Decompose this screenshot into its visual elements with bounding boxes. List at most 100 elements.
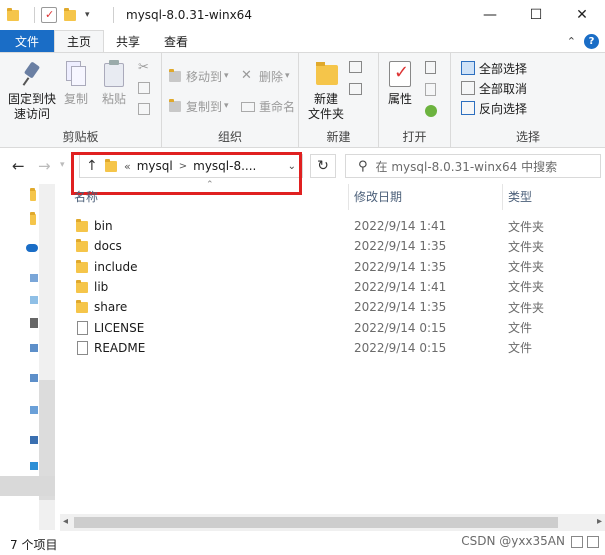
address-bar[interactable]: ↑ « mysql > mysql-8.... ⌄ xyxy=(79,154,303,178)
documents-icon[interactable] xyxy=(30,318,38,328)
file-name: LICENSE xyxy=(94,320,145,335)
paste-shortcut-icon[interactable] xyxy=(138,103,150,115)
invert-selection-button[interactable]: 反向选择 xyxy=(461,99,527,117)
copy-path-icon[interactable] xyxy=(138,82,150,94)
ribbon: 固定到快 速访问 复制 粘贴 ✂ 剪贴板 移动到 ▾ ✕ 删除 ▾ 复制到 ▾ … xyxy=(0,52,605,148)
file-row[interactable]: bin 2022/9/14 1:41 文件夹 xyxy=(72,216,592,236)
overflow-icon[interactable]: « xyxy=(124,160,131,173)
column-divider[interactable] xyxy=(502,184,503,210)
open-icon[interactable] xyxy=(425,61,436,74)
file-row[interactable]: LICENSE 2022/9/14 0:15 文件 xyxy=(72,318,592,338)
folder-icon xyxy=(75,239,89,253)
easy-access-icon[interactable] xyxy=(349,83,362,95)
copy-to-button[interactable]: 复制到 ▾ xyxy=(168,97,229,115)
file-modified-date: 2022/9/14 1:35 xyxy=(354,259,447,274)
minimize-button[interactable]: — xyxy=(467,0,513,30)
new-item-icon[interactable] xyxy=(349,61,362,73)
scroll-left-icon[interactable]: ◂ xyxy=(63,516,68,527)
column-divider[interactable] xyxy=(348,184,349,210)
help-icon[interactable]: ? xyxy=(584,34,599,49)
pin-to-quick-access-button[interactable]: 固定到快 速访问 xyxy=(6,59,58,122)
forward-arrow-icon[interactable]: → xyxy=(38,157,51,175)
move-to-icon xyxy=(168,69,182,83)
maximize-button[interactable]: ☐ xyxy=(513,0,559,30)
pin-label-line2: 速访问 xyxy=(13,107,50,121)
paste-icon xyxy=(100,59,128,89)
large-icons-view-icon[interactable] xyxy=(587,536,599,548)
desktop-icon[interactable] xyxy=(30,296,38,304)
rename-button[interactable]: 重命名 xyxy=(241,97,295,115)
select-all-button[interactable]: 全部选择 xyxy=(461,59,527,77)
horizontal-scrollbar-thumb[interactable] xyxy=(74,517,558,528)
breadcrumb-mysql[interactable]: mysql xyxy=(137,159,173,173)
move-to-label: 移动到 xyxy=(186,69,223,84)
file-modified-date: 2022/9/14 0:15 xyxy=(354,340,447,355)
cut-icon[interactable]: ✂ xyxy=(138,60,149,75)
file-modified-date: 2022/9/14 1:41 xyxy=(354,279,447,294)
file-type: 文件夹 xyxy=(508,300,545,315)
organize-group: 移动到 ▾ ✕ 删除 ▾ 复制到 ▾ 重命名 组织 xyxy=(162,53,299,148)
column-header-type[interactable]: 类型 xyxy=(508,188,532,205)
file-row[interactable]: lib 2022/9/14 1:41 文件夹 xyxy=(72,277,592,297)
copy-button[interactable]: 复制 xyxy=(60,59,92,107)
file-name: README xyxy=(94,340,146,355)
delete-button[interactable]: ✕ 删除 ▾ xyxy=(241,67,290,85)
address-dropdown-icon[interactable]: ⌄ xyxy=(288,161,296,172)
file-row[interactable]: share 2022/9/14 1:35 文件夹 xyxy=(72,297,592,317)
recent-locations-icon[interactable]: ▾ xyxy=(60,160,65,170)
tab-view[interactable]: 查看 xyxy=(152,30,200,52)
file-row[interactable]: docs 2022/9/14 1:35 文件夹 xyxy=(72,236,592,256)
new-folder-label-line2: 文件夹 xyxy=(307,107,344,121)
videos-icon[interactable] xyxy=(30,436,38,444)
music-icon[interactable] xyxy=(30,374,38,382)
open-group-label: 打开 xyxy=(402,130,427,144)
new-folder-button[interactable]: 新建 文件夹 xyxy=(305,59,347,122)
paste-button[interactable]: 粘贴 xyxy=(98,59,130,107)
column-header-modified[interactable]: 修改日期 xyxy=(354,188,402,205)
move-to-button[interactable]: 移动到 ▾ xyxy=(168,67,229,85)
onedrive-icon[interactable] xyxy=(26,244,38,252)
details-view-icon[interactable] xyxy=(571,536,583,548)
downloads-icon[interactable] xyxy=(30,344,38,352)
breadcrumb-current[interactable]: mysql-8.... xyxy=(193,159,256,173)
up-arrow-icon[interactable]: ↑ xyxy=(86,158,100,174)
collapse-ribbon-icon[interactable]: ⌃ xyxy=(567,35,576,48)
file-name: docs xyxy=(94,239,122,254)
this-pc-icon[interactable] xyxy=(30,274,38,282)
properties-button[interactable]: ✓ 属性 xyxy=(383,59,417,107)
file-type: 文件 xyxy=(508,321,533,335)
title-bar: ✓ ▾ mysql-8.0.31-winx64 — ☐ ✕ xyxy=(0,0,605,30)
item-count: 7 个项目 xyxy=(10,538,58,552)
tab-file[interactable]: 文件 xyxy=(0,30,54,52)
local-disk-icon[interactable] xyxy=(30,462,38,470)
scroll-right-icon[interactable]: ▸ xyxy=(597,516,602,527)
sort-ascending-icon: ⌃ xyxy=(206,180,214,190)
select-none-button[interactable]: 全部取消 xyxy=(461,79,527,97)
customize-qat-icon[interactable]: ▾ xyxy=(85,7,101,23)
edit-icon[interactable] xyxy=(425,83,436,96)
open-group: ✓ 属性 打开 xyxy=(379,53,451,148)
tab-share[interactable]: 共享 xyxy=(104,30,152,52)
search-box[interactable]: ⚲ 在 mysql-8.0.31-winx64 中搜索 xyxy=(345,154,601,178)
back-arrow-icon[interactable]: ← xyxy=(12,157,25,175)
folder-icon xyxy=(104,159,118,173)
history-icon[interactable] xyxy=(425,105,437,117)
pictures-icon[interactable] xyxy=(30,406,38,414)
folder-icon xyxy=(75,219,89,233)
new-folder-icon[interactable] xyxy=(63,7,79,23)
column-header-name[interactable]: 名称 xyxy=(74,188,98,205)
properties-check-icon[interactable]: ✓ xyxy=(41,7,57,23)
chevron-down-icon: ▾ xyxy=(224,101,229,111)
close-button[interactable]: ✕ xyxy=(559,0,605,30)
chevron-right-icon[interactable]: > xyxy=(179,161,187,172)
file-row[interactable]: include 2022/9/14 1:35 文件夹 xyxy=(72,257,592,277)
horizontal-scrollbar[interactable]: ◂ ▸ xyxy=(60,514,605,531)
nav-selected-item[interactable] xyxy=(0,476,55,496)
new-folder-label-line1: 新建 xyxy=(313,92,338,106)
tab-home[interactable]: 主页 xyxy=(54,30,105,52)
delete-label: 删除 xyxy=(259,69,284,84)
file-modified-date: 2022/9/14 1:41 xyxy=(354,219,447,233)
new-folder-icon xyxy=(312,59,340,89)
file-row[interactable]: README 2022/9/14 0:15 文件 xyxy=(72,338,592,358)
refresh-button[interactable]: ↻ xyxy=(310,154,336,178)
